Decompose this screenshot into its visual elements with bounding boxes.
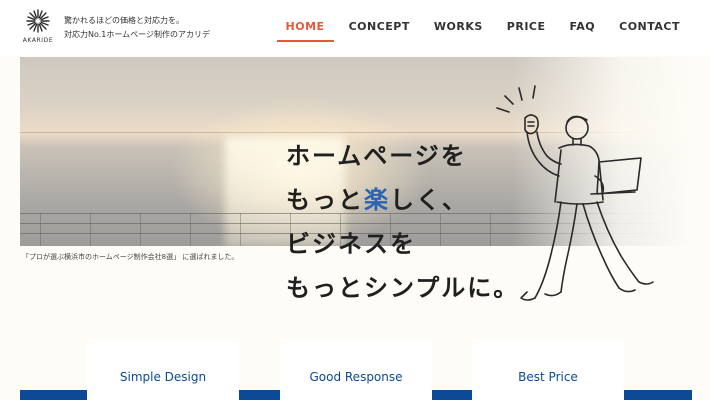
catch-line-2-post: しく、 <box>390 186 468 214</box>
nav-works[interactable]: WORKS <box>422 20 495 42</box>
hero-catchphrase: ホームページを もっと楽しく、 ビジネスを もっとシンプルに。 <box>286 134 519 310</box>
logo[interactable]: AKARIDE <box>18 8 58 48</box>
feature-title: Simple Design <box>119 370 207 384</box>
site-header: AKARIDE 驚かれるほどの価格と対応力を。 対応力No.1ホームページ制作の… <box>0 0 710 56</box>
feature-card-simple-design[interactable]: Simple Design <box>87 340 239 400</box>
nav-home[interactable]: HOME <box>274 20 337 42</box>
feature-title: Good Response <box>309 370 403 384</box>
feature-card-good-response[interactable]: Good Response <box>280 340 432 400</box>
tagline: 驚かれるほどの価格と対応力を。 対応力No.1ホームページ制作のアカリデ <box>64 14 210 42</box>
catch-line-2: もっと楽しく、 <box>286 178 519 222</box>
catch-highlight: 楽 <box>364 186 390 214</box>
starburst-logo-icon <box>26 9 50 33</box>
logo-text: AKARIDE <box>22 37 54 44</box>
main-nav: HOME CONCEPT WORKS PRICE FAQ CONTACT <box>274 0 692 56</box>
nav-concept[interactable]: CONCEPT <box>337 20 422 42</box>
catch-line-3: ビジネスを <box>286 230 416 258</box>
nav-faq[interactable]: FAQ <box>558 20 608 42</box>
catch-line-2-pre: もっと <box>286 186 364 214</box>
feature-title: Best Price <box>518 370 578 384</box>
nav-contact[interactable]: CONTACT <box>607 20 692 42</box>
tagline-line-2: 対応力No.1ホームページ制作のアカリデ <box>64 30 210 39</box>
catch-line-1: ホームページを <box>286 142 467 170</box>
catch-line-4: もっとシンプルに。 <box>286 274 520 302</box>
award-caption: 「プロが選ぶ横浜市のホームページ制作会社8選」 に選ばれました。 <box>22 253 239 261</box>
feature-card-best-price[interactable]: Best Price <box>472 340 624 400</box>
person-with-laptop-illustration <box>496 85 654 301</box>
nav-price[interactable]: PRICE <box>495 20 558 42</box>
tagline-line-1: 驚かれるほどの価格と対応力を。 <box>64 16 184 25</box>
